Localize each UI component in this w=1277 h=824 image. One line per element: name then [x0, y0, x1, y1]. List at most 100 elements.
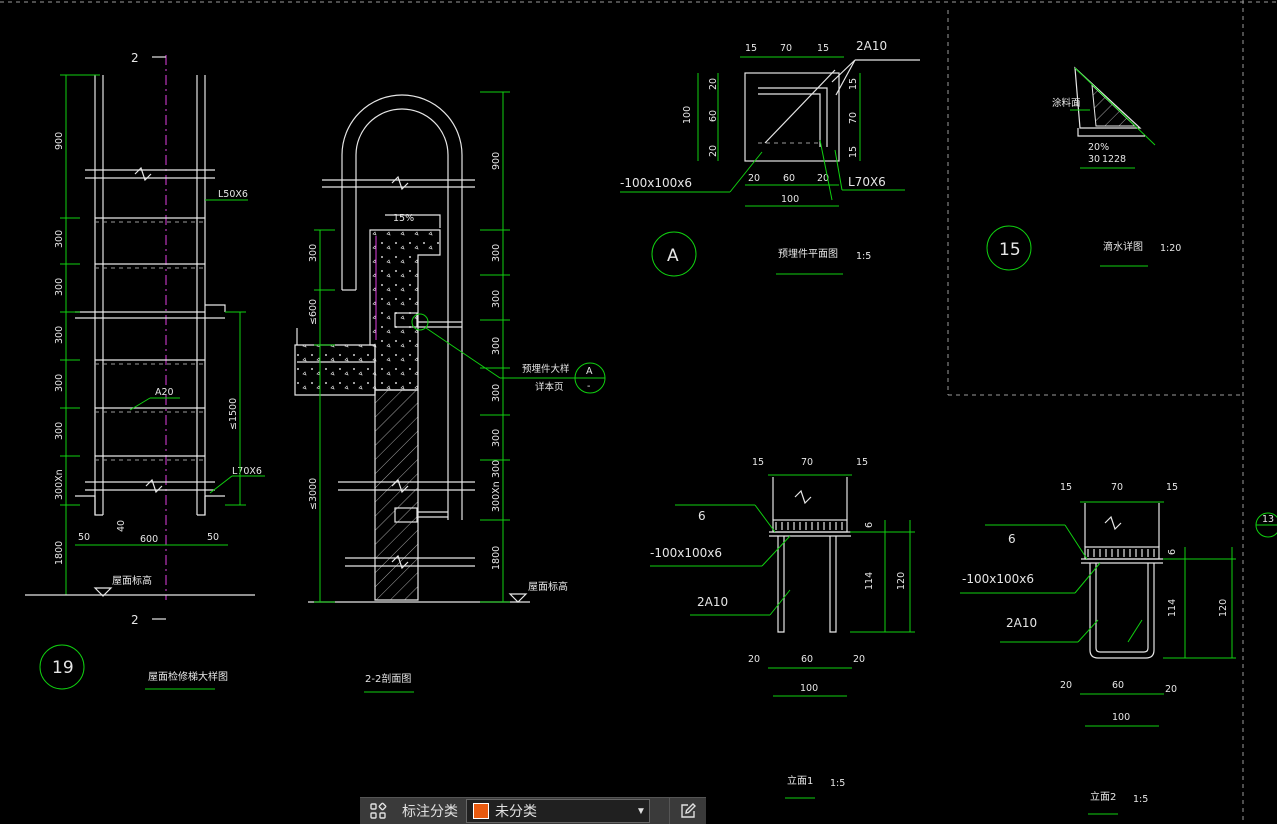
det19-dim-left-5: 300: [54, 422, 65, 440]
section-2-2: 15% 屋面标高 900 300 300 300 300 300 300 300…: [294, 91, 606, 693]
elev1-bottom-dim-0: 20: [748, 654, 760, 665]
detA-left-dim-0: 20: [708, 78, 719, 90]
detail-A-plate-plan: 2A10 15 70 15 20 60 20 100 15 70 15 20 6…: [620, 39, 920, 277]
det19-dim-bottom-1: 40: [116, 520, 127, 532]
elev1-right-dim-1: 114: [864, 572, 875, 590]
detA-title: 预埋件平面图: [778, 248, 838, 260]
detA-bottom-dim-1: 60: [783, 173, 795, 184]
det15-bubble-text: 15: [999, 240, 1021, 260]
sec22-note-line1: 预埋件大样: [522, 363, 570, 375]
ladder-rungs: [95, 217, 205, 461]
elev2-weld: 6: [1008, 532, 1016, 546]
cad-drawing-canvas[interactable]: 900 300 300 300 300 300 300Xn 1800 2 2 L…: [0, 0, 1277, 823]
elev2-title: 立面2: [1090, 790, 1116, 803]
sec22-dim-right-4: 300: [491, 384, 502, 402]
elev1-top-dim-2: 15: [856, 457, 868, 468]
det15-dim-1: 12: [1102, 154, 1114, 165]
elev2-label-bars: 2A10: [1006, 616, 1037, 630]
sec22-dim-left-1: ≤600: [308, 299, 319, 325]
edge-bubble-text: 13: [1262, 514, 1274, 525]
elev2-label-plate: -100x100x6: [962, 572, 1034, 586]
det19-dim-left-1: 300: [54, 230, 65, 248]
annotation-category-select[interactable]: 未分类 ▼: [466, 799, 650, 823]
det15-label-coat: 涂料面: [1052, 97, 1081, 109]
sec22-note-line2: 详本页: [535, 381, 564, 393]
det19-dim-right: ≤1500: [228, 398, 239, 430]
edge-bubble: 13: [1255, 512, 1277, 538]
det19-section-top: 2: [131, 51, 139, 65]
sec22-title: 2-2剖面图: [365, 672, 411, 685]
sec22-dim-right-1: 300: [491, 244, 502, 262]
elev1-top-dim-0: 15: [752, 457, 764, 468]
elev2-top-dim-2: 15: [1166, 482, 1178, 493]
elevation-2: 15 70 15 6 -100x100x6 2A10 6 114 120 20 …: [960, 482, 1236, 815]
detA-bottom-dim-0: 20: [748, 173, 760, 184]
elev1-title: 立面1: [787, 774, 813, 787]
det19-dim-bottom-0: 50: [78, 532, 90, 543]
elev2-top-dim-1: 70: [1111, 482, 1123, 493]
elev1-label-bars: 2A10: [697, 595, 728, 609]
detA-top-dim-0: 15: [745, 43, 757, 54]
det19-label-rung: A20: [155, 387, 174, 398]
detail-19-ladder: 900 300 300 300 300 300 300Xn 1800 2 2 L…: [25, 51, 265, 690]
elev1-bottom-total: 100: [800, 683, 818, 694]
det19-label-l70: L70X6: [232, 466, 262, 477]
grid-icon[interactable]: [360, 798, 396, 824]
sec22-dim-right-2: 300: [491, 290, 502, 308]
elev1-right-dim-2: 120: [896, 572, 907, 590]
sec22-ref-bubble-sub: -: [587, 381, 590, 392]
detA-left-total: 100: [682, 106, 693, 124]
elev1-scale: 1:5: [830, 778, 845, 789]
det19-section-bottom: 2: [131, 613, 139, 627]
detA-right-dim-1: 70: [848, 112, 859, 124]
sec22-dim-left-2: ≤3000: [308, 478, 319, 510]
det19-dim-bottom-3: 50: [207, 532, 219, 543]
det19-dim-left-6: 300Xn: [54, 469, 65, 500]
det19-bubble-text: 19: [52, 658, 74, 678]
detail-15-drip: 涂料面 20% 30 12 28 15 滴水详图 1:20: [986, 66, 1181, 271]
sec22-dim-right-5: 300: [491, 429, 502, 447]
det15-dim-2: 28: [1114, 154, 1126, 165]
elev2-right-dim-1: 114: [1167, 599, 1178, 617]
elev1-label-plate: -100x100x6: [650, 546, 722, 560]
sec22-dim-right-0: 900: [491, 152, 502, 170]
elev2-right-dim-0: 6: [1167, 549, 1178, 555]
det19-dim-left-0: 900: [54, 132, 65, 150]
annotation-category-label: 标注分类: [402, 803, 458, 819]
det15-slope: 20%: [1088, 142, 1109, 153]
elev1-weld: 6: [698, 509, 706, 523]
detA-label-angle: L70X6: [848, 175, 886, 189]
edit-icon[interactable]: [669, 798, 706, 824]
sec22-dim-right-3: 300: [491, 337, 502, 355]
annotation-category-toolbar: 标注分类 未分类 ▼: [360, 797, 706, 824]
elev2-bottom-total: 100: [1112, 712, 1130, 723]
chevron-down-icon: ▼: [636, 805, 646, 817]
sec22-dim-right-6: 300: [491, 460, 502, 478]
category-color-swatch: [473, 803, 489, 819]
det15-scale: 1:20: [1160, 243, 1181, 254]
det19-dim-bottom-2: 600: [140, 534, 158, 545]
sec22-ref-bubble-text: A: [586, 366, 593, 377]
detA-right-dim-2: 15: [848, 146, 859, 158]
sec22-level-label: 屋面标高: [528, 580, 568, 593]
det19-dim-left-7: 1800: [54, 541, 65, 565]
det19-label-angle: L50X6: [218, 189, 248, 200]
det15-dim-0: 30: [1088, 154, 1100, 165]
elevation-1: 15 70 15 6 -100x100x6 2A10 6 114 120 20 …: [650, 457, 915, 799]
elev1-top-dim-1: 70: [801, 457, 813, 468]
elev2-bottom-dim-0: 20: [1060, 680, 1072, 691]
detA-top-dim-2: 15: [817, 43, 829, 54]
det19-dim-left-2: 300: [54, 278, 65, 296]
category-selected-value: 未分类: [495, 803, 537, 819]
sec22-dim-left-0: 300: [308, 244, 319, 262]
elev1-bottom-dim-2: 20: [853, 654, 865, 665]
elev2-bottom-dim-1: 60: [1112, 680, 1124, 691]
elev1-bottom-dim-1: 60: [801, 654, 813, 665]
det15-title: 滴水详图: [1103, 240, 1143, 253]
detA-right-dim-0: 15: [848, 78, 859, 90]
detA-label-bars: 2A10: [856, 39, 887, 53]
det19-level-label: 屋面标高: [112, 574, 152, 587]
detA-top-dim-1: 70: [780, 43, 792, 54]
detA-scale: 1:5: [856, 251, 871, 262]
detA-bubble-text: A: [667, 246, 679, 266]
